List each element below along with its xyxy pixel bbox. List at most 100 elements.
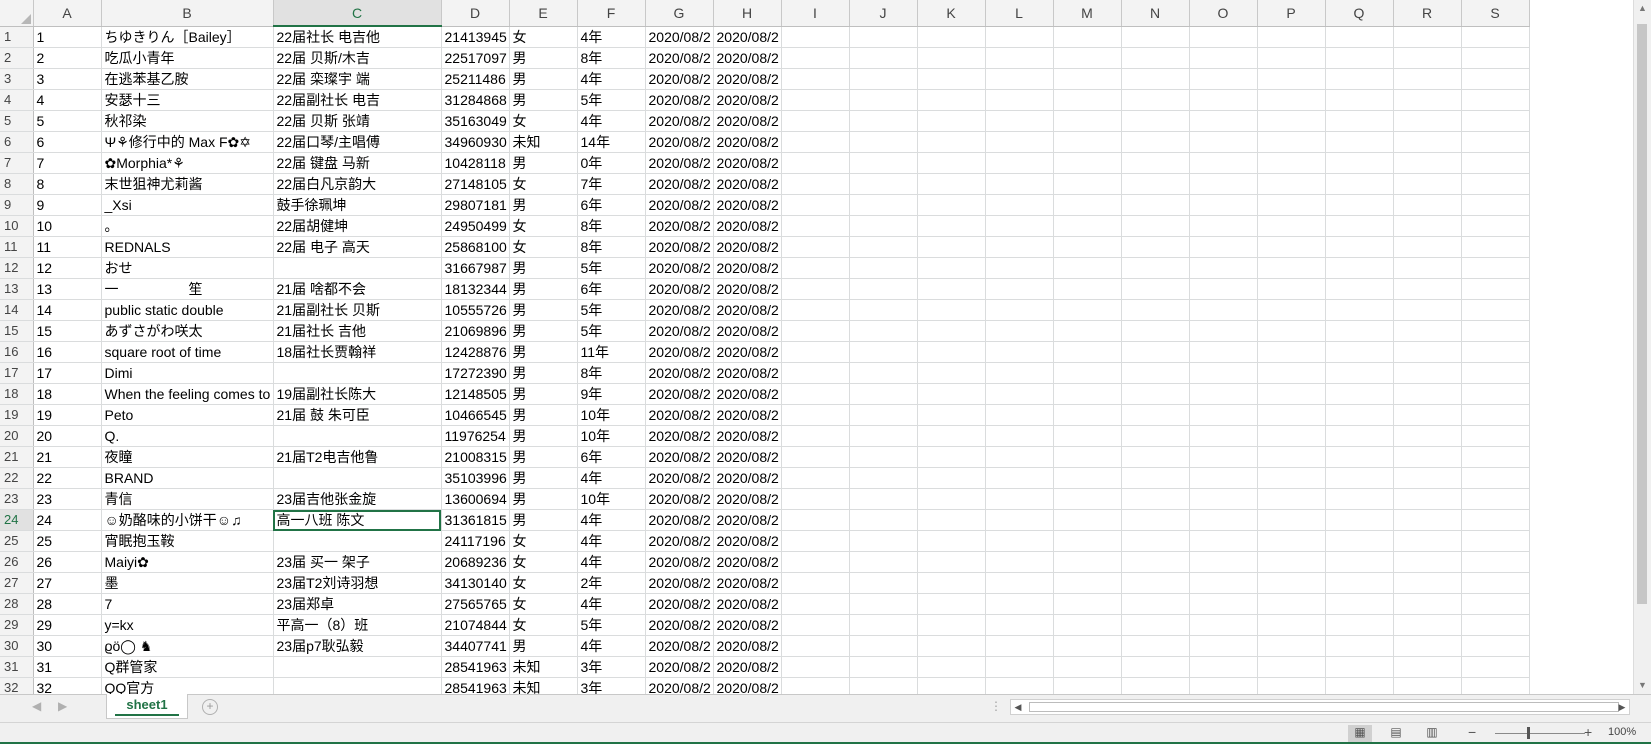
tab-split-handle[interactable]: ⋮: [990, 699, 1002, 713]
cell-b[interactable]: 秋祁染: [101, 110, 274, 132]
cell-d[interactable]: 12428876: [441, 341, 510, 363]
cell-h[interactable]: 2020/08/2: [713, 68, 782, 90]
column-header-g[interactable]: G: [645, 0, 714, 27]
cell-h[interactable]: 2020/08/2: [713, 677, 782, 694]
cell-p[interactable]: [1257, 110, 1326, 132]
cell-n[interactable]: [1121, 26, 1190, 48]
cell-j[interactable]: [849, 299, 918, 321]
cell-c[interactable]: 22届 键盘 马新: [273, 152, 442, 174]
cell-a[interactable]: 19: [33, 404, 102, 426]
cell-k[interactable]: [917, 278, 986, 300]
cell-s[interactable]: [1461, 47, 1530, 69]
cell-k[interactable]: [917, 194, 986, 216]
cell-e[interactable]: 男: [509, 362, 578, 384]
row-header[interactable]: 31: [0, 656, 34, 678]
cell-g[interactable]: 2020/08/2: [645, 68, 714, 90]
cell-a[interactable]: 3: [33, 68, 102, 90]
cell-g[interactable]: 2020/08/2: [645, 488, 714, 510]
cell-f[interactable]: 5年: [577, 299, 646, 321]
row-header[interactable]: 21: [0, 446, 34, 468]
cell-h[interactable]: 2020/08/2: [713, 89, 782, 111]
cell-j[interactable]: [849, 215, 918, 237]
cell-s[interactable]: [1461, 467, 1530, 489]
cell-g[interactable]: 2020/08/2: [645, 152, 714, 174]
cell-s[interactable]: [1461, 509, 1530, 531]
cell-d[interactable]: 34960930: [441, 131, 510, 153]
cell-p[interactable]: [1257, 47, 1326, 69]
cell-s[interactable]: [1461, 320, 1530, 342]
cell-i[interactable]: [781, 68, 850, 90]
cell-k[interactable]: [917, 614, 986, 636]
cell-m[interactable]: [1053, 593, 1122, 615]
cell-h[interactable]: 2020/08/2: [713, 488, 782, 510]
cell-r[interactable]: [1393, 47, 1462, 69]
cell-c[interactable]: 21届T2电吉他鲁: [273, 446, 442, 468]
cell-h[interactable]: 2020/08/2: [713, 656, 782, 678]
cell-p[interactable]: [1257, 572, 1326, 594]
cell-l[interactable]: [985, 509, 1054, 531]
cell-h[interactable]: 2020/08/2: [713, 446, 782, 468]
cell-g[interactable]: 2020/08/2: [645, 278, 714, 300]
cell-l[interactable]: [985, 341, 1054, 363]
cell-e[interactable]: 女: [509, 26, 578, 48]
cell-b[interactable]: QQ官方: [101, 677, 274, 694]
row-header[interactable]: 1: [0, 26, 34, 48]
cell-s[interactable]: [1461, 362, 1530, 384]
cell-s[interactable]: [1461, 656, 1530, 678]
cell-g[interactable]: 2020/08/2: [645, 509, 714, 531]
cell-a[interactable]: 8: [33, 173, 102, 195]
cell-e[interactable]: 男: [509, 257, 578, 279]
cell-a[interactable]: 10: [33, 215, 102, 237]
cell-i[interactable]: [781, 404, 850, 426]
cell-q[interactable]: [1325, 509, 1394, 531]
cell-b[interactable]: public static double: [101, 299, 274, 321]
cell-r[interactable]: [1393, 320, 1462, 342]
cell-d[interactable]: 10428118: [441, 152, 510, 174]
cell-g[interactable]: 2020/08/2: [645, 404, 714, 426]
cell-q[interactable]: [1325, 404, 1394, 426]
cell-s[interactable]: [1461, 152, 1530, 174]
cell-i[interactable]: [781, 593, 850, 615]
cell-r[interactable]: [1393, 614, 1462, 636]
cell-k[interactable]: [917, 236, 986, 258]
cell-m[interactable]: [1053, 551, 1122, 573]
cell-q[interactable]: [1325, 488, 1394, 510]
cell-m[interactable]: [1053, 236, 1122, 258]
cell-o[interactable]: [1189, 509, 1258, 531]
cell-o[interactable]: [1189, 383, 1258, 405]
cell-i[interactable]: [781, 488, 850, 510]
cell-r[interactable]: [1393, 110, 1462, 132]
cell-g[interactable]: 2020/08/2: [645, 26, 714, 48]
cell-k[interactable]: [917, 26, 986, 48]
cell-l[interactable]: [985, 26, 1054, 48]
cell-q[interactable]: [1325, 572, 1394, 594]
cell-a[interactable]: 29: [33, 614, 102, 636]
cell-i[interactable]: [781, 236, 850, 258]
cell-q[interactable]: [1325, 131, 1394, 153]
cell-l[interactable]: [985, 656, 1054, 678]
cell-b[interactable]: ϱö◯ ♞: [101, 635, 274, 657]
cell-m[interactable]: [1053, 131, 1122, 153]
cell-k[interactable]: [917, 320, 986, 342]
cell-m[interactable]: [1053, 110, 1122, 132]
cell-g[interactable]: 2020/08/2: [645, 131, 714, 153]
cell-c[interactable]: 22届 贝斯 张靖: [273, 110, 442, 132]
cell-o[interactable]: [1189, 362, 1258, 384]
cell-g[interactable]: 2020/08/2: [645, 320, 714, 342]
cell-n[interactable]: [1121, 173, 1190, 195]
cell-d[interactable]: 35163049: [441, 110, 510, 132]
cell-g[interactable]: 2020/08/2: [645, 194, 714, 216]
column-header-i[interactable]: I: [781, 0, 850, 27]
cell-s[interactable]: [1461, 173, 1530, 195]
cell-l[interactable]: [985, 47, 1054, 69]
cell-h[interactable]: 2020/08/2: [713, 131, 782, 153]
cell-m[interactable]: [1053, 404, 1122, 426]
cell-q[interactable]: [1325, 68, 1394, 90]
cell-p[interactable]: [1257, 425, 1326, 447]
cell-b[interactable]: 7: [101, 593, 274, 615]
scroll-left-icon[interactable]: ◀: [1011, 700, 1025, 714]
cell-l[interactable]: [985, 446, 1054, 468]
cell-k[interactable]: [917, 509, 986, 531]
cell-o[interactable]: [1189, 152, 1258, 174]
cell-l[interactable]: [985, 677, 1054, 694]
